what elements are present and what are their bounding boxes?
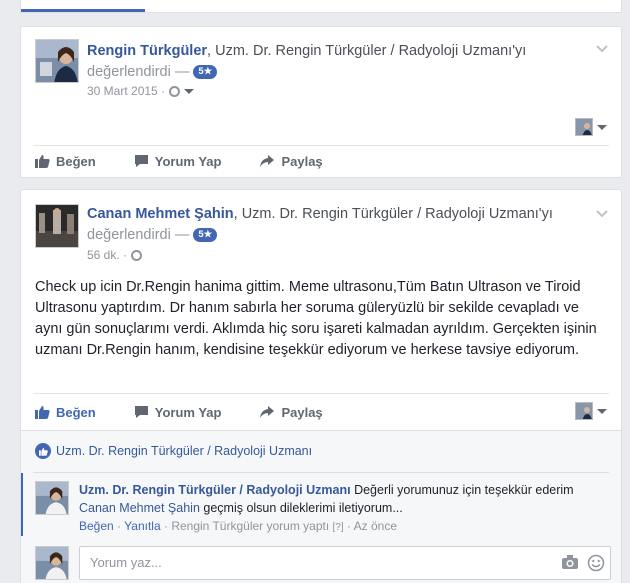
like-label: Beğen (56, 153, 96, 169)
review-verb: değerlendirdi — (87, 227, 190, 243)
page-link[interactable]: Uzm. Dr. Rengin Türkgüler / Radyoloji Uz… (215, 43, 512, 59)
divider (33, 472, 609, 473)
rating-badge[interactable]: 5★ (193, 228, 218, 242)
posted-by-text: Rengin Türkgüler yorum yaptı (171, 519, 330, 533)
emoji-icon[interactable] (587, 554, 605, 572)
comment-label: Yorum Yap (154, 153, 222, 169)
comment-body-1: Değerli yorumunuz için teşekkür ederim (354, 483, 574, 497)
camera-icon[interactable] (561, 554, 579, 570)
comment-time[interactable]: Az önce (354, 519, 397, 533)
like-icon (35, 443, 51, 459)
possessive-suffix: 'yı (512, 43, 527, 59)
review-verb: değerlendirdi — (87, 64, 190, 80)
mention-link[interactable]: Canan Mehmet Şahin (79, 501, 200, 515)
page-link[interactable]: Uzm. Dr. Rengin Türkgüler / Radyoloji Uz… (242, 206, 539, 222)
post-meta: 30 Mart 2015 · (87, 84, 195, 98)
globe-icon[interactable] (169, 85, 181, 97)
separator: · (347, 519, 351, 533)
comment-icon (134, 155, 148, 167)
share-button[interactable]: Paylaş (259, 404, 323, 420)
highlight-bar (21, 473, 23, 536)
action-bar: Beğen Yorum Yap Paylaş (35, 399, 361, 425)
separator: · (117, 519, 122, 533)
caret-down-icon (597, 408, 607, 414)
post-header: Canan Mehmet Şahin, Uzm. Dr. Rengin Türk… (87, 206, 553, 243)
comment-composer: Yorum yaz... (35, 546, 611, 582)
review-post-1: Rengin Türkgüler, Uzm. Dr. Rengin Türkgü… (20, 26, 622, 178)
comment-button[interactable]: Yorum Yap (134, 404, 222, 420)
comments-section: Uzm. Dr. Rengin Türkgüler / Radyoloji Uz… (21, 430, 621, 583)
reaction-selector[interactable] (575, 402, 607, 420)
post-date[interactable]: 30 Mart 2015 · (87, 84, 165, 98)
avatar[interactable] (35, 39, 79, 83)
avatar (35, 546, 69, 580)
chevron-down-icon[interactable] (595, 41, 609, 55)
avatar[interactable] (35, 204, 79, 248)
comment-button[interactable]: Yorum Yap (134, 153, 222, 169)
share-button[interactable]: Paylaş (259, 153, 323, 169)
caret-down-icon[interactable] (184, 88, 195, 94)
post-meta: 56 dk. · (87, 248, 143, 262)
like-icon (35, 406, 50, 419)
like-button[interactable]: Beğen (35, 154, 96, 169)
comment-meta: Beğen · Yanıtla · Rengin Türkgüler yorum… (79, 517, 595, 537)
caret-down-icon (597, 124, 607, 130)
like-button[interactable]: Beğen (35, 405, 96, 420)
comment-body-2: geçmiş olsun dileklerimi iletiyorum... (203, 501, 403, 515)
share-icon (260, 155, 275, 167)
possessive-suffix: 'yı (538, 206, 553, 222)
rating-badge[interactable]: 5★ (193, 65, 218, 79)
comment-label: Yorum Yap (154, 404, 222, 420)
comment-like-link[interactable]: Beğen (79, 519, 114, 533)
avatar (575, 118, 593, 136)
share-icon (260, 406, 275, 418)
liked-by-link[interactable]: Uzm. Dr. Rengin Türkgüler / Radyoloji Uz… (56, 444, 312, 458)
comment-icon (134, 406, 148, 418)
comment-item: Uzm. Dr. Rengin Türkgüler / Radyoloji Uz… (35, 481, 595, 537)
review-text: Check up icin Dr.Rengin hanima gittim. M… (35, 279, 597, 358)
post-header: Rengin Türkgüler, Uzm. Dr. Rengin Türkgü… (87, 43, 527, 80)
comment-input[interactable]: Yorum yaz... (79, 546, 611, 580)
like-label: Beğen (56, 404, 96, 420)
active-tab-indicator (21, 9, 145, 12)
divider (33, 393, 609, 394)
comment-author[interactable]: Uzm. Dr. Rengin Türkgüler / Radyoloji Uz… (79, 483, 351, 497)
likes-summary: Uzm. Dr. Rengin Türkgüler / Radyoloji Uz… (35, 443, 312, 459)
reaction-selector[interactable] (575, 118, 607, 136)
like-icon (35, 155, 50, 168)
divider (33, 145, 609, 146)
share-label: Paylaş (281, 404, 323, 420)
action-bar: Beğen Yorum Yap Paylaş (35, 148, 361, 174)
review-post-2: Canan Mehmet Şahin, Uzm. Dr. Rengin Türk… (20, 189, 622, 583)
avatar (575, 402, 593, 420)
share-label: Paylaş (281, 153, 323, 169)
globe-icon[interactable] (131, 249, 143, 261)
comment-reply-link[interactable]: Yanıtla (124, 519, 160, 533)
help-link[interactable]: [?] (333, 522, 344, 533)
separator: · (163, 519, 168, 533)
author-name[interactable]: Canan Mehmet Şahin (87, 206, 234, 222)
avatar[interactable] (35, 481, 69, 515)
post-date[interactable]: 56 dk. · (87, 248, 127, 262)
previous-post-card (20, 0, 622, 13)
chevron-down-icon[interactable] (595, 206, 609, 220)
author-name[interactable]: Rengin Türkgüler (87, 43, 207, 59)
comment-text: Uzm. Dr. Rengin Türkgüler / Radyoloji Uz… (79, 481, 595, 517)
